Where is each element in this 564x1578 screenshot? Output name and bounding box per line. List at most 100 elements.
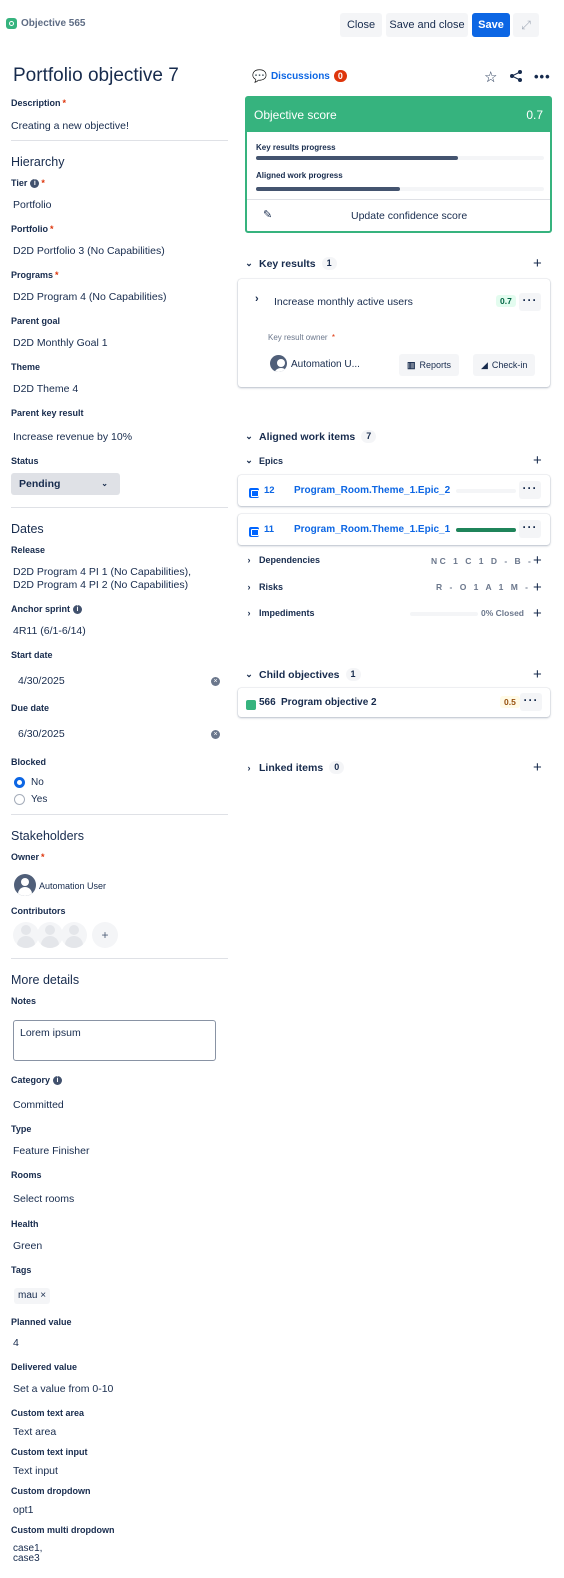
top-bar: Objective 565 Close Save and close Save …: [0, 0, 564, 48]
portfolio-value[interactable]: D2D Portfolio 3 (No Capabilities): [13, 245, 165, 257]
theme-value[interactable]: D2D Theme 4: [13, 383, 78, 395]
breadcrumb[interactable]: Objective 565: [6, 18, 85, 29]
rooms-value[interactable]: Select rooms: [13, 1193, 74, 1205]
dates-heading: Dates: [11, 522, 44, 536]
dependencies-header[interactable]: › Dependencies: [245, 555, 321, 565]
epic-title[interactable]: Program_Room.Theme_1.Epic_1: [294, 524, 450, 535]
custom-text-area-value[interactable]: Text area: [13, 1426, 56, 1438]
info-icon[interactable]: i: [53, 1076, 63, 1086]
add-dependency-icon[interactable]: +: [533, 553, 542, 568]
epic-progress-bar: [456, 489, 516, 493]
save-button[interactable]: Save: [472, 13, 510, 37]
parent-key-result-value[interactable]: Increase revenue by 10%: [13, 431, 132, 443]
tag-chip[interactable]: mau ×: [14, 1288, 51, 1304]
category-value[interactable]: Committed: [13, 1099, 64, 1111]
start-date-label: Start date: [11, 650, 53, 660]
more-icon[interactable]: ···: [519, 520, 541, 538]
parent-goal-value[interactable]: D2D Monthly Goal 1: [13, 337, 108, 349]
impediments-header[interactable]: › Impediments: [245, 608, 315, 618]
blocked-label: Blocked: [11, 757, 47, 767]
key-result-owner-name[interactable]: Automation U...: [291, 359, 360, 370]
due-date-input[interactable]: 6/30/2025: [18, 728, 65, 740]
aw-progress-fill: [256, 187, 400, 191]
planned-value[interactable]: 4: [13, 1337, 19, 1349]
blocked-yes-label: Yes: [31, 794, 48, 805]
risks-header[interactable]: › Risks: [245, 582, 284, 592]
save-and-close-button[interactable]: Save and close: [386, 13, 468, 37]
start-date-input[interactable]: 4/30/2025: [18, 675, 65, 687]
release-label: Release: [11, 545, 46, 555]
discussions-button[interactable]: 💬 Discussions 0: [252, 69, 347, 83]
child-objectives-header[interactable]: ⌄ Child objectives 1: [245, 668, 361, 681]
linked-items-header[interactable]: › Linked items 0: [245, 761, 345, 774]
chevron-right-icon[interactable]: ›: [255, 293, 259, 305]
health-value[interactable]: Green: [13, 1240, 42, 1252]
release-value-1[interactable]: D2D Program 4 PI 1 (No Capabilities),: [13, 566, 191, 578]
category-label: Category i: [11, 1075, 63, 1086]
release-value-2[interactable]: D2D Program 4 PI 2 (No Capabilities): [13, 579, 188, 591]
page-title[interactable]: Portfolio objective 7: [13, 65, 179, 87]
divider: [11, 507, 228, 508]
reports-button[interactable]: ▥ Reports: [399, 354, 460, 376]
avatar[interactable]: [270, 355, 287, 372]
star-icon[interactable]: ☆: [484, 68, 497, 86]
custom-dropdown-value[interactable]: opt1: [13, 1504, 33, 1516]
custom-text-input-value[interactable]: Text input: [13, 1465, 58, 1477]
key-results-header[interactable]: ⌄ Key results 1: [245, 257, 337, 270]
contributors-label: Contributors: [11, 906, 66, 916]
aligned-work-header[interactable]: ⌄ Aligned work items 7: [245, 430, 377, 443]
status-value: Pending: [19, 478, 61, 490]
info-icon[interactable]: i: [73, 605, 83, 615]
more-icon[interactable]: ···: [519, 293, 541, 311]
add-impediment-icon[interactable]: +: [533, 606, 542, 621]
status-label: Status: [11, 456, 39, 466]
owner-name[interactable]: Automation User: [39, 881, 106, 891]
blocked-yes-radio[interactable]: [14, 794, 25, 805]
type-value[interactable]: Feature Finisher: [13, 1145, 89, 1157]
avatar[interactable]: [14, 874, 36, 896]
chevron-down-icon: ⌄: [245, 669, 253, 679]
child-objective-row[interactable]: 566 Program objective 2 0.5 ···: [238, 688, 550, 717]
more-icon[interactable]: ···: [520, 693, 542, 711]
stakeholders-heading: Stakeholders: [11, 829, 84, 843]
delivered-value[interactable]: Set a value from 0-10: [13, 1383, 113, 1395]
add-risk-icon[interactable]: +: [533, 580, 542, 595]
status-dropdown[interactable]: Pending ⌄: [11, 473, 120, 495]
kr-progress-bar: [256, 156, 544, 160]
share-icon[interactable]: [509, 69, 523, 83]
clear-icon[interactable]: ×: [211, 730, 220, 739]
anchor-sprint-value[interactable]: 4R11 (6/1-6/14): [13, 625, 86, 637]
delivered-value-label: Delivered value: [11, 1362, 78, 1372]
add-contributor-icon[interactable]: +: [92, 922, 118, 948]
more-icon[interactable]: ···: [519, 481, 541, 499]
child-objective-title[interactable]: Program objective 2: [281, 697, 377, 708]
custom-multi-dropdown-value-2[interactable]: case3: [13, 1553, 40, 1564]
update-confidence-button[interactable]: ✎ Update confidence score: [247, 199, 550, 231]
description-value[interactable]: Creating a new objective!: [11, 120, 129, 132]
add-child-objective-icon[interactable]: +: [533, 667, 542, 682]
impediments-status: 0% Closed: [481, 608, 524, 618]
epic-progress-bar: [456, 528, 516, 532]
more-icon[interactable]: •••: [534, 69, 551, 84]
add-epic-icon[interactable]: +: [533, 453, 542, 468]
epic-title[interactable]: Program_Room.Theme_1.Epic_2: [294, 485, 450, 496]
check-in-button[interactable]: ◢ Check-in: [473, 354, 536, 376]
epic-number: 11: [264, 524, 275, 535]
info-icon[interactable]: i: [30, 179, 40, 189]
tier-value[interactable]: Portfolio: [13, 199, 52, 211]
notes-textarea[interactable]: Lorem ipsum: [13, 1020, 216, 1061]
child-objective-id: 566: [259, 697, 276, 708]
programs-value[interactable]: D2D Program 4 (No Capabilities): [13, 291, 166, 303]
blocked-no-radio[interactable]: [14, 777, 25, 788]
epic-row[interactable]: 11 Program_Room.Theme_1.Epic_1 ···: [238, 514, 550, 545]
epics-header[interactable]: ⌄ Epics: [245, 455, 283, 466]
rooms-label: Rooms: [11, 1170, 42, 1180]
key-result-title[interactable]: Increase monthly active users: [274, 296, 413, 308]
add-key-result-icon[interactable]: +: [533, 256, 542, 271]
clear-icon[interactable]: ×: [211, 677, 220, 686]
close-button[interactable]: Close: [340, 13, 382, 37]
expand-icon[interactable]: ⤢: [513, 13, 539, 37]
parent-key-result-label: Parent key result: [11, 408, 84, 418]
epic-row[interactable]: 12 Program_Room.Theme_1.Epic_2 ···: [238, 475, 550, 506]
add-linked-item-icon[interactable]: +: [533, 760, 542, 775]
